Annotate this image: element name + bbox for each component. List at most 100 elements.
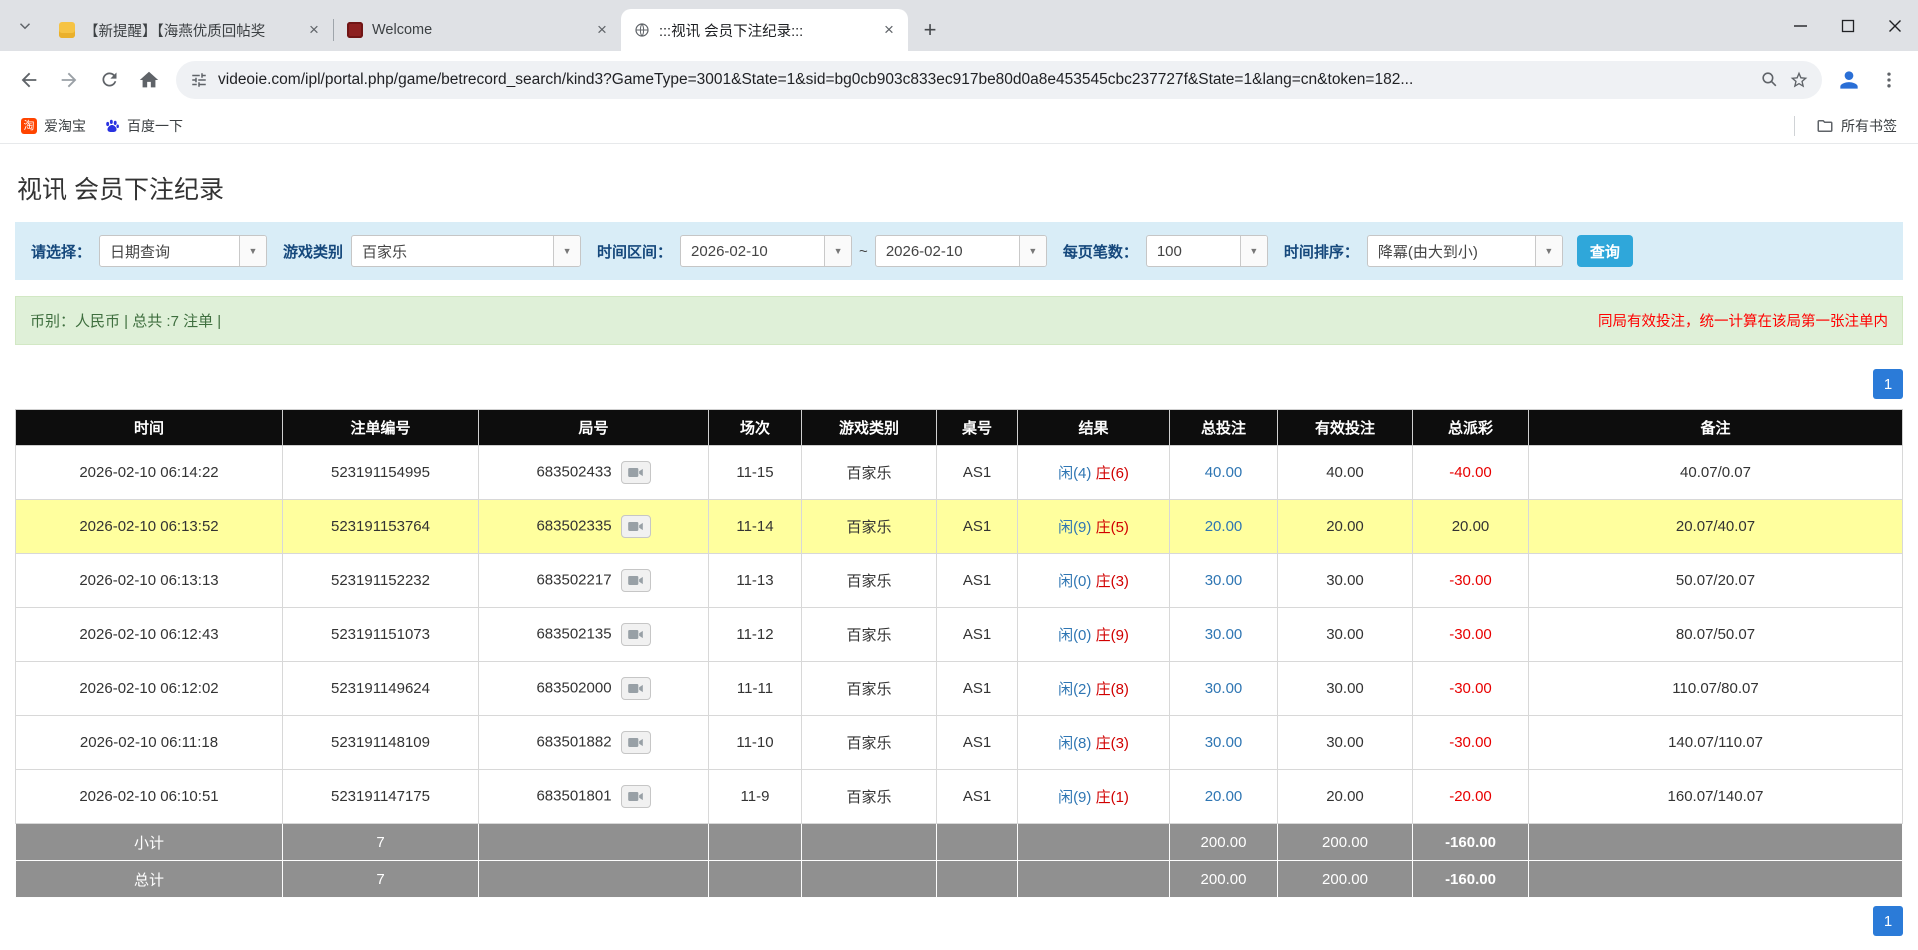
chevron-down-icon[interactable]: ▼ bbox=[824, 236, 851, 266]
bookmark-taobao[interactable]: 淘 爱淘宝 bbox=[12, 112, 95, 140]
round-id: 683502335 bbox=[536, 517, 611, 534]
replay-video-button[interactable] bbox=[621, 461, 651, 484]
total-bet-link[interactable]: 30.00 bbox=[1205, 680, 1243, 697]
col-payout: 总派彩 bbox=[1413, 410, 1529, 446]
total-bet-link[interactable]: 30.00 bbox=[1205, 626, 1243, 643]
minimize-button[interactable] bbox=[1777, 0, 1824, 51]
per-page-select[interactable]: 100 ▼ bbox=[1146, 235, 1268, 267]
cell-round-id: 683502217 bbox=[479, 554, 709, 608]
address-bar[interactable]: videoie.com/ipl/portal.php/game/betrecor… bbox=[176, 61, 1822, 99]
new-tab-button[interactable]: + bbox=[915, 15, 945, 45]
bookmark-star-button[interactable] bbox=[1784, 65, 1814, 95]
back-button[interactable] bbox=[10, 61, 48, 99]
cell-valid-bet: 20.00 bbox=[1278, 500, 1413, 554]
maximize-button[interactable] bbox=[1824, 0, 1871, 51]
video-camera-icon bbox=[627, 790, 644, 803]
table-row[interactable]: 2026-02-10 06:11:18 523191148109 6835018… bbox=[16, 716, 1903, 770]
subtotal-payout: -160.00 bbox=[1413, 824, 1529, 861]
cell-time: 2026-02-10 06:13:13 bbox=[16, 554, 283, 608]
result-player: 闲(9) bbox=[1058, 519, 1091, 536]
cell-session: 11-14 bbox=[709, 500, 802, 554]
result-player: 闲(8) bbox=[1058, 735, 1091, 752]
table-row[interactable]: 2026-02-10 06:13:13 523191152232 6835022… bbox=[16, 554, 1903, 608]
tab-close-icon[interactable]: × bbox=[878, 19, 900, 41]
cell-round-id: 683502135 bbox=[479, 608, 709, 662]
result-player: 闲(2) bbox=[1058, 681, 1091, 698]
table-row-highlighted[interactable]: 2026-02-10 06:13:52 523191153764 6835023… bbox=[16, 500, 1903, 554]
total-bet-link[interactable]: 30.00 bbox=[1205, 734, 1243, 751]
cell-payout: -30.00 bbox=[1413, 554, 1529, 608]
cell-result: 闲(9) 庄(1) bbox=[1018, 770, 1170, 824]
cell-total-bet: 40.00 bbox=[1170, 446, 1278, 500]
cell-empty bbox=[1529, 861, 1903, 898]
total-bet-link[interactable]: 40.00 bbox=[1205, 464, 1243, 481]
home-button[interactable] bbox=[130, 61, 168, 99]
date-from-input[interactable]: 2026-02-10 ▼ bbox=[680, 235, 852, 267]
page-title: 视讯 会员下注纪录 bbox=[17, 170, 1901, 206]
replay-video-button[interactable] bbox=[621, 623, 651, 646]
query-type-value: 日期查询 bbox=[100, 236, 239, 266]
url-text[interactable]: videoie.com/ipl/portal.php/game/betrecor… bbox=[218, 71, 1744, 89]
home-icon bbox=[138, 69, 160, 91]
table-row[interactable]: 2026-02-10 06:14:22 523191154995 6835024… bbox=[16, 446, 1903, 500]
chevron-down-icon[interactable]: ▼ bbox=[239, 236, 266, 266]
page-1-button[interactable]: 1 bbox=[1873, 369, 1903, 399]
result-banker: 庄(5) bbox=[1096, 519, 1129, 536]
tab-close-icon[interactable]: × bbox=[303, 19, 325, 41]
bookmark-baidu[interactable]: 百度一下 bbox=[95, 112, 192, 140]
bookmarks-bar: 淘 爱淘宝 百度一下 所有书签 bbox=[0, 108, 1918, 144]
globe-icon bbox=[634, 22, 650, 38]
query-type-select[interactable]: 日期查询 ▼ bbox=[99, 235, 267, 267]
browser-menu-button[interactable] bbox=[1870, 61, 1908, 99]
col-note: 备注 bbox=[1529, 410, 1903, 446]
result-banker: 庄(3) bbox=[1096, 573, 1129, 590]
result-banker: 庄(8) bbox=[1096, 681, 1129, 698]
result-player: 闲(0) bbox=[1058, 573, 1091, 590]
tab-welcome[interactable]: Welcome × bbox=[334, 9, 621, 51]
total-bet-link[interactable]: 30.00 bbox=[1205, 572, 1243, 589]
site-settings-icon[interactable] bbox=[190, 71, 208, 89]
replay-video-button[interactable] bbox=[621, 785, 651, 808]
replay-video-button[interactable] bbox=[621, 515, 651, 538]
date-to-input[interactable]: 2026-02-10 ▼ bbox=[875, 235, 1047, 267]
profile-button[interactable] bbox=[1830, 61, 1868, 99]
col-total-bet: 总投注 bbox=[1170, 410, 1278, 446]
close-window-button[interactable] bbox=[1871, 0, 1918, 51]
welcome-favicon-icon bbox=[347, 22, 363, 38]
zoom-indicator-button[interactable] bbox=[1754, 65, 1784, 95]
baidu-icon bbox=[104, 118, 120, 134]
replay-video-button[interactable] bbox=[621, 731, 651, 754]
subtotal-total-bet: 200.00 bbox=[1170, 824, 1278, 861]
reload-button[interactable] bbox=[90, 61, 128, 99]
replay-video-button[interactable] bbox=[621, 677, 651, 700]
search-button[interactable]: 查询 bbox=[1577, 235, 1633, 267]
sort-order-select[interactable]: 降冪(由大到小) ▼ bbox=[1367, 235, 1563, 267]
cell-game: 百家乐 bbox=[802, 500, 937, 554]
all-bookmarks-button[interactable]: 所有书签 bbox=[1807, 112, 1906, 140]
cell-game: 百家乐 bbox=[802, 716, 937, 770]
cell-session: 11-10 bbox=[709, 716, 802, 770]
back-icon bbox=[18, 69, 40, 91]
chevron-down-icon[interactable]: ▼ bbox=[1240, 236, 1267, 266]
tab-close-icon[interactable]: × bbox=[591, 19, 613, 41]
game-type-select[interactable]: 百家乐 ▼ bbox=[351, 235, 581, 267]
all-bookmarks-label: 所有书签 bbox=[1841, 116, 1897, 136]
forward-button[interactable] bbox=[50, 61, 88, 99]
tab-forum[interactable]: 【新提醒】【海燕优质回帖奖 × bbox=[46, 9, 333, 51]
chevron-down-icon[interactable]: ▼ bbox=[1019, 236, 1046, 266]
table-row[interactable]: 2026-02-10 06:10:51 523191147175 6835018… bbox=[16, 770, 1903, 824]
page-1-button[interactable]: 1 bbox=[1873, 906, 1903, 936]
replay-video-button[interactable] bbox=[621, 569, 651, 592]
tab-bet-record-active[interactable]: :::视讯 会员下注纪录::: × bbox=[621, 9, 908, 51]
chevron-down-icon[interactable]: ▼ bbox=[553, 236, 580, 266]
table-row[interactable]: 2026-02-10 06:12:43 523191151073 6835021… bbox=[16, 608, 1903, 662]
total-bet-link[interactable]: 20.00 bbox=[1205, 788, 1243, 805]
cell-bet-id: 523191147175 bbox=[283, 770, 479, 824]
bookmarks-divider bbox=[1794, 116, 1795, 136]
table-row[interactable]: 2026-02-10 06:12:02 523191149624 6835020… bbox=[16, 662, 1903, 716]
tab-search-button[interactable] bbox=[12, 13, 38, 39]
total-bet-link[interactable]: 20.00 bbox=[1205, 518, 1243, 535]
cell-bet-id: 523191153764 bbox=[283, 500, 479, 554]
date-to-value: 2026-02-10 bbox=[876, 236, 1019, 266]
chevron-down-icon[interactable]: ▼ bbox=[1535, 236, 1562, 266]
